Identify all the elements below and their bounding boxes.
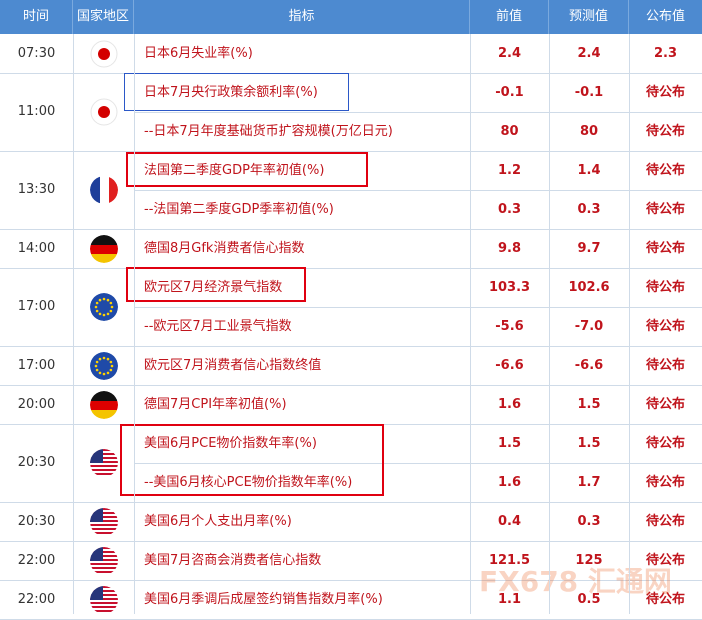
table-header: 时间 国家地区 指标 前值 预测值 公布值: [0, 0, 702, 34]
forecast-value: -0.1: [574, 85, 604, 100]
row-divider: [134, 112, 702, 113]
previous-value: -6.6: [495, 358, 524, 373]
time-cell: 07:30: [17, 46, 56, 61]
highlight-box-eurozone: [126, 267, 306, 302]
japan-flag-icon: [90, 40, 118, 68]
published-value: 待公布: [645, 85, 685, 100]
published-value: 待公布: [645, 475, 685, 490]
published-value: 待公布: [645, 124, 685, 139]
column-divider: [470, 34, 471, 614]
published-value: 待公布: [645, 397, 685, 412]
previous-value: 0.4: [497, 514, 522, 529]
column-divider: [134, 34, 135, 614]
header-indicator: 指标: [134, 0, 470, 34]
column-divider: [629, 34, 630, 614]
published-value: 待公布: [645, 202, 685, 217]
indicator-cell: 德国8月Gfk消费者信心指数: [144, 241, 305, 256]
previous-value: 80: [500, 124, 519, 139]
highlight-box-usa-pce: [120, 424, 384, 496]
selection-box: [124, 73, 349, 111]
time-cell: 20:30: [17, 455, 56, 470]
previous-value: 9.8: [497, 241, 522, 256]
highlight-box-france: [126, 152, 368, 187]
japan-flag-icon: [90, 98, 118, 126]
published-value: 待公布: [645, 241, 685, 256]
previous-value: 103.3: [488, 280, 531, 295]
time-cell: 22:00: [17, 553, 56, 568]
usa-flag-icon: [89, 546, 118, 575]
previous-value: 1.6: [497, 475, 522, 490]
row-divider: [134, 190, 702, 191]
published-value: 待公布: [645, 163, 685, 178]
indicator-cell: 德国7月CPI年率初值(%): [144, 397, 287, 412]
france-flag-icon: [89, 176, 118, 204]
eu-flag-icon: [89, 293, 118, 321]
row-divider: [134, 307, 702, 308]
time-cell: 20:00: [17, 397, 56, 412]
published-value: 待公布: [645, 514, 685, 529]
column-divider: [549, 34, 550, 614]
forecast-value: -6.6: [574, 358, 604, 373]
indicator-cell: 美国6月季调后成屋签约销售指数月率(%): [144, 592, 383, 607]
time-cell: 22:00: [17, 592, 56, 607]
time-cell: 13:30: [17, 182, 56, 197]
previous-value: 1.5: [497, 436, 522, 451]
germany-flag-icon: [89, 234, 118, 263]
header-forecast: 预测值: [549, 0, 629, 34]
economic-calendar: 时间 国家地区 指标 前值 预测值 公布值 07:30 日本6月失业率(%) 2.4…: [0, 0, 702, 620]
published-value: 2.3: [653, 46, 678, 61]
eu-flag-icon: [89, 351, 118, 380]
forecast-value: 1.7: [577, 475, 601, 490]
forecast-value: 1.4: [577, 163, 601, 178]
time-cell: 11:00: [17, 104, 56, 119]
forecast-value: 102.6: [568, 280, 610, 295]
germany-flag-icon: [89, 390, 118, 419]
time-cell: 17:00: [17, 299, 56, 314]
usa-flag-icon: [89, 449, 118, 477]
indicator-cell: 欧元区7月消费者信心指数终值: [144, 358, 322, 373]
indicator-cell: --日本7月年度基础货币扩容规模(万亿日元): [144, 124, 393, 139]
header-previous: 前值: [470, 0, 549, 34]
indicator-cell: 美国7月咨商会消费者信心指数: [144, 553, 322, 568]
previous-value: 1.2: [497, 163, 522, 178]
published-value: 待公布: [645, 358, 685, 373]
indicator-cell: 美国6月个人支出月率(%): [144, 514, 292, 529]
previous-value: -5.6: [495, 319, 524, 334]
time-cell: 20:30: [17, 514, 56, 529]
forecast-value: -7.0: [574, 319, 604, 334]
usa-flag-icon: [89, 507, 118, 536]
header-region: 国家地区: [73, 0, 134, 34]
forecast-value: 1.5: [577, 397, 601, 412]
usa-flag-icon: [89, 585, 118, 614]
time-cell: 14:00: [17, 241, 56, 256]
indicator-cell: --法国第二季度GDP季率初值(%): [144, 202, 334, 217]
indicator-cell: 日本6月失业率(%): [144, 46, 253, 61]
forecast-value: 1.5: [577, 436, 601, 451]
watermark-logo: FX678 汇通网: [479, 565, 672, 598]
previous-value: 2.4: [497, 46, 522, 61]
forecast-value: 9.7: [577, 241, 601, 256]
forecast-value: 0.3: [577, 514, 601, 529]
forecast-value: 2.4: [577, 46, 601, 61]
forecast-value: 0.3: [577, 202, 601, 217]
header-published: 公布值: [645, 9, 685, 24]
published-value: 待公布: [645, 319, 685, 334]
forecast-value: 80: [579, 124, 599, 139]
previous-value: 1.6: [497, 397, 522, 412]
column-divider: [73, 34, 74, 614]
time-cell: 17:00: [17, 358, 56, 373]
header-time: 时间: [0, 0, 73, 34]
published-value: 待公布: [645, 280, 685, 295]
published-value: 待公布: [645, 436, 685, 451]
previous-value: -0.1: [495, 85, 524, 100]
indicator-cell: --欧元区7月工业景气指数: [144, 319, 292, 334]
previous-value: 0.3: [497, 202, 522, 217]
